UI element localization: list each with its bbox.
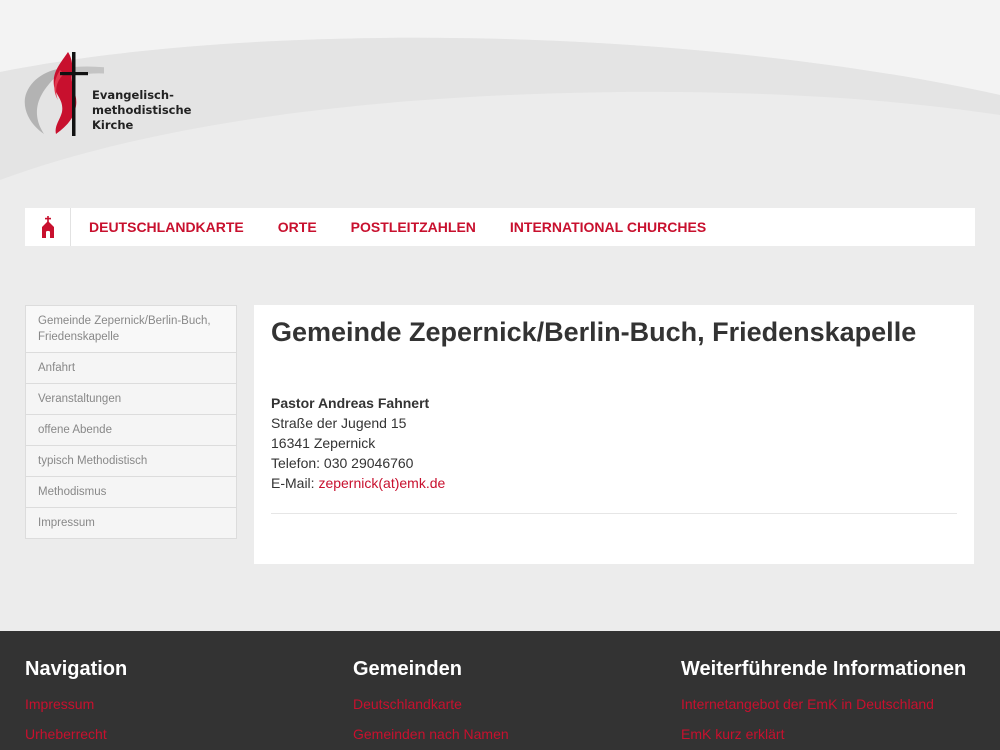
nav-international-churches[interactable]: INTERNATIONAL CHURCHES [510, 219, 706, 235]
footer-link-emk-kurz-erklaert[interactable]: EmK kurz erklärt [681, 719, 966, 749]
sidebar-item-anfahrt[interactable]: Anfahrt [26, 353, 236, 384]
sidebar-menu: Gemeinde Zepernick/Berlin-Buch, Friedens… [25, 305, 237, 539]
footer-column-informationen: Weiterführende Informationen Internetang… [681, 657, 966, 749]
content-divider [271, 513, 957, 514]
church-icon [41, 216, 54, 238]
footer-heading: Navigation [25, 658, 128, 680]
logo-text-line1: Evangelisch- [92, 88, 174, 102]
pastor-name: Pastor Andreas Fahnert [271, 395, 430, 411]
sidebar-item-veranstaltungen[interactable]: Veranstaltungen [26, 384, 236, 415]
footer-link-urheberrecht[interactable]: Urheberrecht [25, 719, 127, 749]
footer-link-internetangebot[interactable]: Internetangebot der EmK in Deutschland [681, 689, 966, 719]
sidebar-item-impressum[interactable]: Impressum [26, 508, 236, 538]
email-link[interactable]: zepernick(at)emk.de [318, 475, 445, 491]
home-button[interactable] [25, 208, 71, 246]
sidebar-item-offene-abende[interactable]: offene Abende [26, 415, 236, 446]
logo-text-line3: Kirche [92, 118, 134, 132]
nav-deutschlandkarte[interactable]: DEUTSCHLANDKARTE [89, 219, 244, 235]
main-navigation: DEUTSCHLANDKARTE ORTE POSTLEITZAHLEN INT… [25, 208, 975, 246]
nav-orte[interactable]: ORTE [278, 219, 317, 235]
contact-block: Pastor Andreas Fahnert Straße der Jugend… [271, 393, 957, 493]
footer-column-navigation: Navigation Impressum Urheberrecht [25, 657, 127, 749]
footer-link-impressum[interactable]: Impressum [25, 689, 127, 719]
page-title: Gemeinde Zepernick/Berlin-Buch, Friedens… [271, 317, 917, 347]
phone-number: Telefon: 030 29046760 [271, 455, 414, 471]
sidebar-item-methodismus[interactable]: Methodismus [26, 477, 236, 508]
main-content: Gemeinde Zepernick/Berlin-Buch, Friedens… [254, 305, 974, 564]
footer-column-gemeinden: Gemeinden Deutschlandkarte Gemeinden nac… [353, 657, 509, 749]
email-label: E-Mail: [271, 475, 319, 491]
address-street: Straße der Jugend 15 [271, 415, 407, 431]
background-swoosh [0, 0, 1000, 300]
logo-text-line2: methodistische [92, 103, 192, 117]
footer-heading: Gemeinden [353, 658, 462, 680]
footer-link-gemeinden-nach-namen[interactable]: Gemeinden nach Namen [353, 719, 509, 749]
sidebar-item-gemeinde[interactable]: Gemeinde Zepernick/Berlin-Buch, Friedens… [26, 306, 236, 353]
footer: Navigation Impressum Urheberrecht Gemein… [0, 631, 1000, 750]
email-row: E-Mail: zepernick(at)emk.de [271, 473, 957, 493]
sidebar-item-typisch-methodistisch[interactable]: typisch Methodistisch [26, 446, 236, 477]
footer-link-deutschlandkarte[interactable]: Deutschlandkarte [353, 689, 509, 719]
nav-postleitzahlen[interactable]: POSTLEITZAHLEN [351, 219, 476, 235]
footer-heading: Weiterführende Informationen [681, 658, 967, 680]
address-city: 16341 Zepernick [271, 435, 376, 451]
emk-logo[interactable]: Evangelisch- methodistische Kirche [24, 50, 194, 140]
